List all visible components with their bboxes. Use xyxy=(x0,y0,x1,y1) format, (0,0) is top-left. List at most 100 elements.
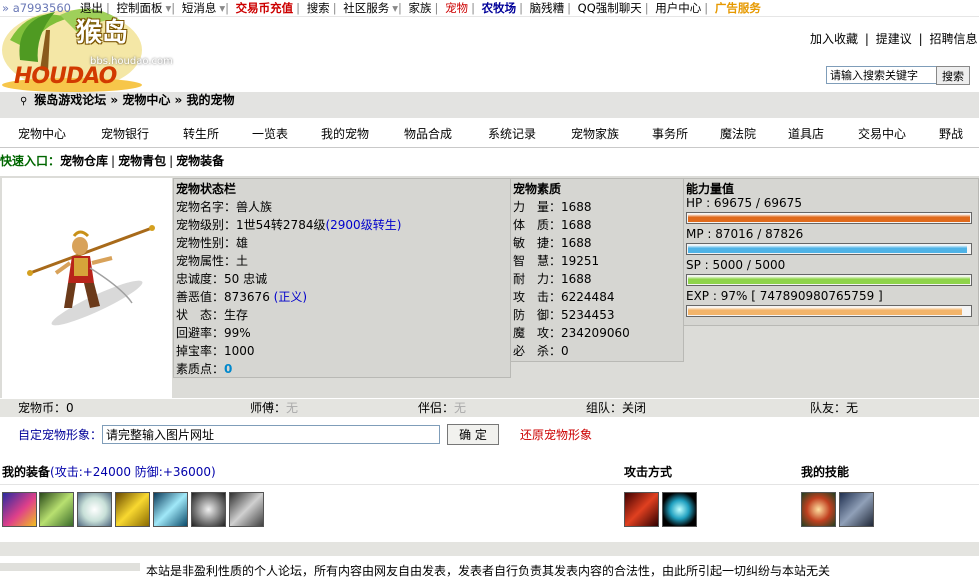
pet-teammate: 队友：无 xyxy=(810,401,859,415)
hp-text: HP : 69675 / 69675 xyxy=(686,196,802,210)
pet-points-row: 素质点：0 xyxy=(176,362,233,376)
confirm-button[interactable]: 确 定 xyxy=(447,424,499,445)
username-link[interactable]: » a7993560 xyxy=(2,0,71,16)
attribute-value: 0 xyxy=(561,344,569,358)
menu-rebirth[interactable]: 转生所 xyxy=(183,124,219,144)
custom-image-url-input[interactable] xyxy=(102,425,440,444)
attribute-value: 234209060 xyxy=(561,326,630,340)
quick-bag-link[interactable]: 宠物青包 xyxy=(118,154,166,168)
suggest-link[interactable]: 提建议 xyxy=(876,32,912,46)
pet-level: 1世54转2784级 xyxy=(236,218,326,232)
pet-level-row: 宠物级别：1世54转2784级(2900级转生) xyxy=(176,218,402,232)
menu-overview[interactable]: 一览表 xyxy=(252,124,288,144)
exp-bar xyxy=(686,305,972,317)
pet-loyalty-row: 忠诚度：50 忠诚 xyxy=(176,272,268,286)
pet-name-row: 宠物名字：兽人族 xyxy=(176,200,273,214)
pet-drop-row: 掉宝率：1000 xyxy=(176,344,255,358)
attack-energy-orb-icon[interactable] xyxy=(662,492,697,527)
menu-divider xyxy=(0,147,979,148)
search-button[interactable]: 搜索 xyxy=(936,66,970,85)
qq-chat-link[interactable]: QQ强制聊天 xyxy=(578,1,642,15)
ability-title: 能力量值 xyxy=(686,182,735,196)
attribute-value: 6224484 xyxy=(561,290,615,304)
breadcrumb: ⚲ 猴岛游戏论坛 » 宠物中心 » 我的宠物 xyxy=(20,92,235,110)
pet-points[interactable]: 0 xyxy=(224,362,232,376)
user-center-link[interactable]: 用户中心 xyxy=(655,1,701,15)
equip-wing-icon[interactable] xyxy=(229,492,264,527)
attribute-row: 必 杀：0 xyxy=(513,344,569,358)
logo-english: HOUDAO xyxy=(14,64,117,89)
pet-element: 土 xyxy=(236,254,249,268)
messages-link[interactable]: 短消息 xyxy=(182,1,217,15)
pet-gender: 雄 xyxy=(236,236,249,250)
family-link[interactable]: 家族 xyxy=(409,1,432,15)
equip-weapon-icon[interactable] xyxy=(2,492,37,527)
skills-title: 我的技能 xyxy=(801,465,850,479)
pet-element-row: 宠物属性：土 xyxy=(176,254,249,268)
mp-bar xyxy=(686,243,972,255)
equip-armor-icon[interactable] xyxy=(39,492,74,527)
menu-synthesis[interactable]: 物品合成 xyxy=(404,124,452,144)
farm-link[interactable]: 农牧场 xyxy=(482,1,517,15)
menu-records[interactable]: 系统记录 xyxy=(488,124,536,144)
search-link[interactable]: 搜索 xyxy=(307,1,330,15)
pet-team: 组队：关闭 xyxy=(586,401,647,415)
pet-loyalty: 50 忠诚 xyxy=(224,272,268,286)
right-links: 加入收藏 | 提建议 | 招聘信息 xyxy=(810,32,978,46)
pet-gender-row: 宠物性别：雄 xyxy=(176,236,249,250)
pet-link[interactable]: 宠物 xyxy=(445,1,468,15)
equip-helmet-icon[interactable] xyxy=(77,492,112,527)
logo-chinese: 猴岛 xyxy=(76,18,129,48)
recharge-link[interactable]: 交易币充值 xyxy=(236,1,294,15)
brain-link[interactable]: 脑残糟 xyxy=(530,1,565,15)
exp-text: EXP : 97% [ 747890980765759 ] xyxy=(686,289,883,303)
breadcrumb-mine: 我的宠物 xyxy=(186,93,235,107)
menu-pet-family[interactable]: 宠物家族 xyxy=(571,124,619,144)
sp-text: SP : 5000 / 5000 xyxy=(686,258,786,272)
status-title: 宠物状态栏 xyxy=(176,182,237,196)
top-nav: 退出 | 控制面板 ▾| 短消息 ▾| 交易币充值 | 搜索 | 社区服务 ▾| 家族 | 宠… xyxy=(80,1,761,15)
community-link[interactable]: 社区服务 xyxy=(343,1,389,15)
bottom-divider xyxy=(0,542,979,556)
menu-my-pet[interactable]: 我的宠物 xyxy=(321,124,369,144)
ads-link[interactable]: 广告服务 xyxy=(715,1,761,15)
equip-boots-icon[interactable] xyxy=(153,492,188,527)
pet-morality-row: 善恶值：873676 (正义) xyxy=(176,290,308,304)
skill-warrior-icon[interactable] xyxy=(801,492,836,527)
equip-ring-icon[interactable] xyxy=(191,492,226,527)
attack-slash-icon[interactable] xyxy=(624,492,659,527)
attribute-row: 魔 攻：234209060 xyxy=(513,326,630,340)
attribute-value: 1688 xyxy=(561,272,592,286)
attribute-row: 敏 捷：1688 xyxy=(513,236,592,250)
pet-state: 生存 xyxy=(224,308,249,322)
search-input[interactable] xyxy=(826,66,938,84)
attribute-value: 1688 xyxy=(561,200,592,214)
menu-office[interactable]: 事务所 xyxy=(652,124,688,144)
menu-item-shop[interactable]: 道具店 xyxy=(788,124,824,144)
control-panel-link[interactable]: 控制面板 xyxy=(117,1,163,15)
menu-field-battle[interactable]: 野战 xyxy=(939,124,963,144)
menu-pet-center[interactable]: 宠物中心 xyxy=(18,124,66,144)
equip-gold-armor-icon[interactable] xyxy=(115,492,150,527)
recruit-link[interactable]: 招聘信息 xyxy=(929,32,977,46)
sp-bar xyxy=(686,274,972,286)
logout-link[interactable]: 退出 xyxy=(80,1,103,15)
pet-master: 师傅：无 xyxy=(250,401,299,415)
hp-bar xyxy=(686,212,972,224)
breadcrumb-center[interactable]: 宠物中心 xyxy=(122,93,170,107)
morality-tag: (正义) xyxy=(273,290,308,304)
restore-image-link[interactable]: 还原宠物形象 xyxy=(520,426,592,443)
add-favorite-link[interactable]: 加入收藏 xyxy=(810,32,858,46)
attribute-row: 攻 击：6224484 xyxy=(513,290,615,304)
rebirth-link[interactable]: (2900级转生) xyxy=(325,218,401,232)
menu-trade[interactable]: 交易中心 xyxy=(858,124,906,144)
quick-equipment-link[interactable]: 宠物装备 xyxy=(176,154,224,168)
skill-knight-icon[interactable] xyxy=(839,492,874,527)
attributes-title: 宠物素质 xyxy=(513,182,562,196)
attribute-row: 防 御：5234453 xyxy=(513,308,615,322)
quick-warehouse-link[interactable]: 宠物仓库 xyxy=(60,154,108,168)
pet-partner: 伴侣：无 xyxy=(418,401,467,415)
breadcrumb-forum[interactable]: 猴岛游戏论坛 xyxy=(34,93,106,107)
menu-magic[interactable]: 魔法院 xyxy=(720,124,756,144)
menu-pet-bank[interactable]: 宠物银行 xyxy=(101,124,149,144)
